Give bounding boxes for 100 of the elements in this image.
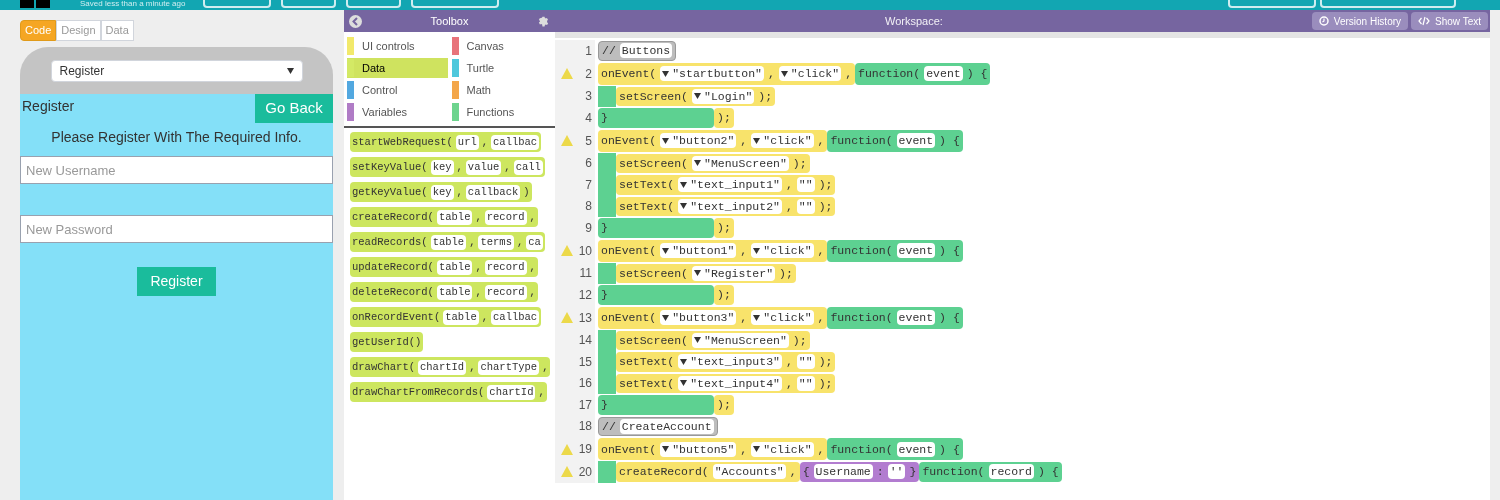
- toolbox-block[interactable]: deleteRecord( table , record ,: [350, 282, 538, 302]
- toolbox-category[interactable]: Variables: [347, 102, 448, 122]
- parameter-slot[interactable]: url: [455, 134, 479, 150]
- parameter-slot[interactable]: Buttons: [619, 43, 673, 59]
- text-input-field[interactable]: New Username: [20, 156, 333, 184]
- toolbar-button[interactable]: [203, 0, 272, 8]
- parameter-slot[interactable]: table: [436, 259, 473, 275]
- parameter-slot[interactable]: event: [896, 133, 936, 148]
- text-input-field[interactable]: New Password: [20, 215, 333, 243]
- dropdown-slot[interactable]: "text_input3": [678, 354, 782, 370]
- warning-icon[interactable]: [561, 135, 573, 146]
- closing-block[interactable]: }: [598, 218, 714, 238]
- toolbar-button[interactable]: [281, 0, 337, 8]
- parameter-slot[interactable]: chartId: [487, 384, 536, 400]
- function-block[interactable]: function( event ) {: [855, 62, 991, 85]
- toolbar-button[interactable]: [346, 0, 402, 8]
- parameter-slot[interactable]: record: [484, 209, 527, 225]
- toolbar-button[interactable]: [1320, 0, 1457, 8]
- function-block[interactable]: function( event ) {: [827, 239, 963, 262]
- parameter-slot[interactable]: table: [436, 284, 473, 300]
- dropdown-slot[interactable]: "button5": [660, 441, 737, 457]
- function-block[interactable]: function( event ) {: [827, 129, 963, 152]
- dropdown-slot[interactable]: "click": [751, 133, 814, 148]
- parameter-slot[interactable]: "": [796, 177, 815, 193]
- parameter-slot[interactable]: table: [436, 209, 473, 225]
- toolbar-button[interactable]: [411, 0, 500, 8]
- code-block[interactable]: setText( "text_input2" , "" );: [616, 196, 836, 216]
- function-block[interactable]: function( record ) {: [919, 462, 1062, 482]
- dropdown-slot[interactable]: "click": [751, 441, 814, 457]
- back-icon[interactable]: [349, 14, 362, 28]
- parameter-slot[interactable]: CreateAccount: [619, 418, 714, 434]
- parameter-slot[interactable]: value: [465, 159, 502, 175]
- function-block[interactable]: function( event ) {: [827, 306, 963, 329]
- parameter-slot[interactable]: record: [484, 284, 527, 300]
- dropdown-slot[interactable]: "MenuScreen": [692, 155, 789, 171]
- parameter-slot[interactable]: callbac: [491, 309, 540, 325]
- warning-icon[interactable]: [561, 245, 573, 256]
- comment-block[interactable]: // Buttons: [598, 41, 677, 61]
- code-block[interactable]: setText( "text_input3" , "" );: [616, 352, 836, 372]
- toolbox-block[interactable]: drawChart( chartId , chartType ,: [350, 357, 551, 377]
- dropdown-slot[interactable]: "startbutton": [660, 66, 764, 81]
- warning-icon[interactable]: [561, 443, 573, 455]
- comment-block[interactable]: // CreateAccount: [598, 416, 718, 436]
- toolbox-block[interactable]: createRecord( table , record ,: [350, 207, 538, 227]
- dropdown-slot[interactable]: "click": [751, 243, 814, 258]
- toolbox-block[interactable]: getUserId(): [350, 332, 424, 352]
- parameter-slot[interactable]: key: [430, 159, 454, 175]
- parameter-slot[interactable]: '': [887, 464, 906, 480]
- warning-icon[interactable]: [561, 466, 573, 478]
- toolbox-category[interactable]: Canvas: [451, 36, 552, 56]
- dropdown-slot[interactable]: "Register": [692, 265, 776, 281]
- code-block[interactable]: setScreen( "Login" );: [616, 86, 776, 106]
- parameter-slot[interactable]: chartId: [418, 359, 467, 375]
- parameter-slot[interactable]: callback: [465, 184, 521, 200]
- parameter-slot[interactable]: "": [796, 354, 815, 370]
- parameter-slot[interactable]: table: [430, 234, 467, 250]
- warning-icon[interactable]: [561, 68, 573, 79]
- toolbox-block[interactable]: setKeyValue( key , value , call: [350, 157, 545, 177]
- code-block[interactable]: onEvent( "button5" , "click" ,: [598, 438, 828, 460]
- parameter-slot[interactable]: event: [924, 66, 963, 81]
- dropdown-slot[interactable]: "button1": [660, 243, 737, 258]
- closing-block[interactable]: }: [598, 395, 714, 415]
- code-block[interactable]: onEvent( "button1" , "click" ,: [598, 239, 828, 262]
- parameter-slot[interactable]: chartType: [478, 359, 540, 375]
- closing-block[interactable]: }: [598, 108, 714, 128]
- toolbar-button[interactable]: [1228, 0, 1317, 8]
- code-block[interactable]: createRecord( "Accounts" ,: [616, 462, 800, 482]
- toolbox-category[interactable]: Control: [347, 80, 448, 100]
- toolbox-block[interactable]: drawChartFromRecords( chartId ,: [350, 382, 547, 402]
- dropdown-slot[interactable]: "button3": [660, 310, 737, 325]
- parameter-slot[interactable]: "Accounts": [712, 464, 786, 480]
- parameter-slot[interactable]: record: [484, 259, 527, 275]
- dropdown-slot[interactable]: "MenuScreen": [692, 332, 789, 348]
- parameter-slot[interactable]: "": [796, 198, 815, 214]
- dropdown-slot[interactable]: "Login": [692, 88, 755, 104]
- toolbox-category[interactable]: Math: [451, 80, 552, 100]
- parameter-slot[interactable]: event: [896, 243, 936, 258]
- parameter-slot[interactable]: key: [430, 184, 454, 200]
- toolbox-block[interactable]: onRecordEvent( table , callbac: [350, 307, 542, 327]
- closing-block[interactable]: }: [598, 285, 714, 305]
- toolbox-category[interactable]: Functions: [451, 102, 552, 122]
- dropdown-slot[interactable]: "text_input2": [678, 198, 782, 214]
- code-block[interactable]: setScreen( "MenuScreen" );: [616, 330, 810, 350]
- parameter-slot[interactable]: "": [796, 375, 815, 391]
- dropdown-slot[interactable]: "click": [778, 66, 842, 81]
- toolbox-block[interactable]: getKeyValue( key , callback ): [350, 182, 532, 202]
- parameter-slot[interactable]: Username: [813, 464, 873, 480]
- object-block[interactable]: { Username : '' }: [799, 462, 920, 482]
- toolbox-block[interactable]: updateRecord( table , record ,: [350, 257, 538, 277]
- code-block[interactable]: setText( "text_input1" , "" );: [616, 175, 836, 195]
- code-block[interactable]: onEvent( "button3" , "click" ,: [598, 306, 828, 329]
- function-block[interactable]: function( event ) {: [827, 438, 963, 460]
- dropdown-slot[interactable]: "button2": [660, 133, 737, 148]
- parameter-slot[interactable]: terms: [478, 234, 514, 250]
- toolbox-category[interactable]: UI controls: [347, 36, 448, 56]
- warning-icon[interactable]: [561, 312, 573, 323]
- toolbox-block[interactable]: readRecords( table , terms , ca: [350, 232, 545, 252]
- toolbox-category[interactable]: Turtle: [451, 58, 552, 78]
- parameter-slot[interactable]: table: [443, 309, 479, 325]
- code-block[interactable]: setScreen( "Register" );: [616, 263, 796, 283]
